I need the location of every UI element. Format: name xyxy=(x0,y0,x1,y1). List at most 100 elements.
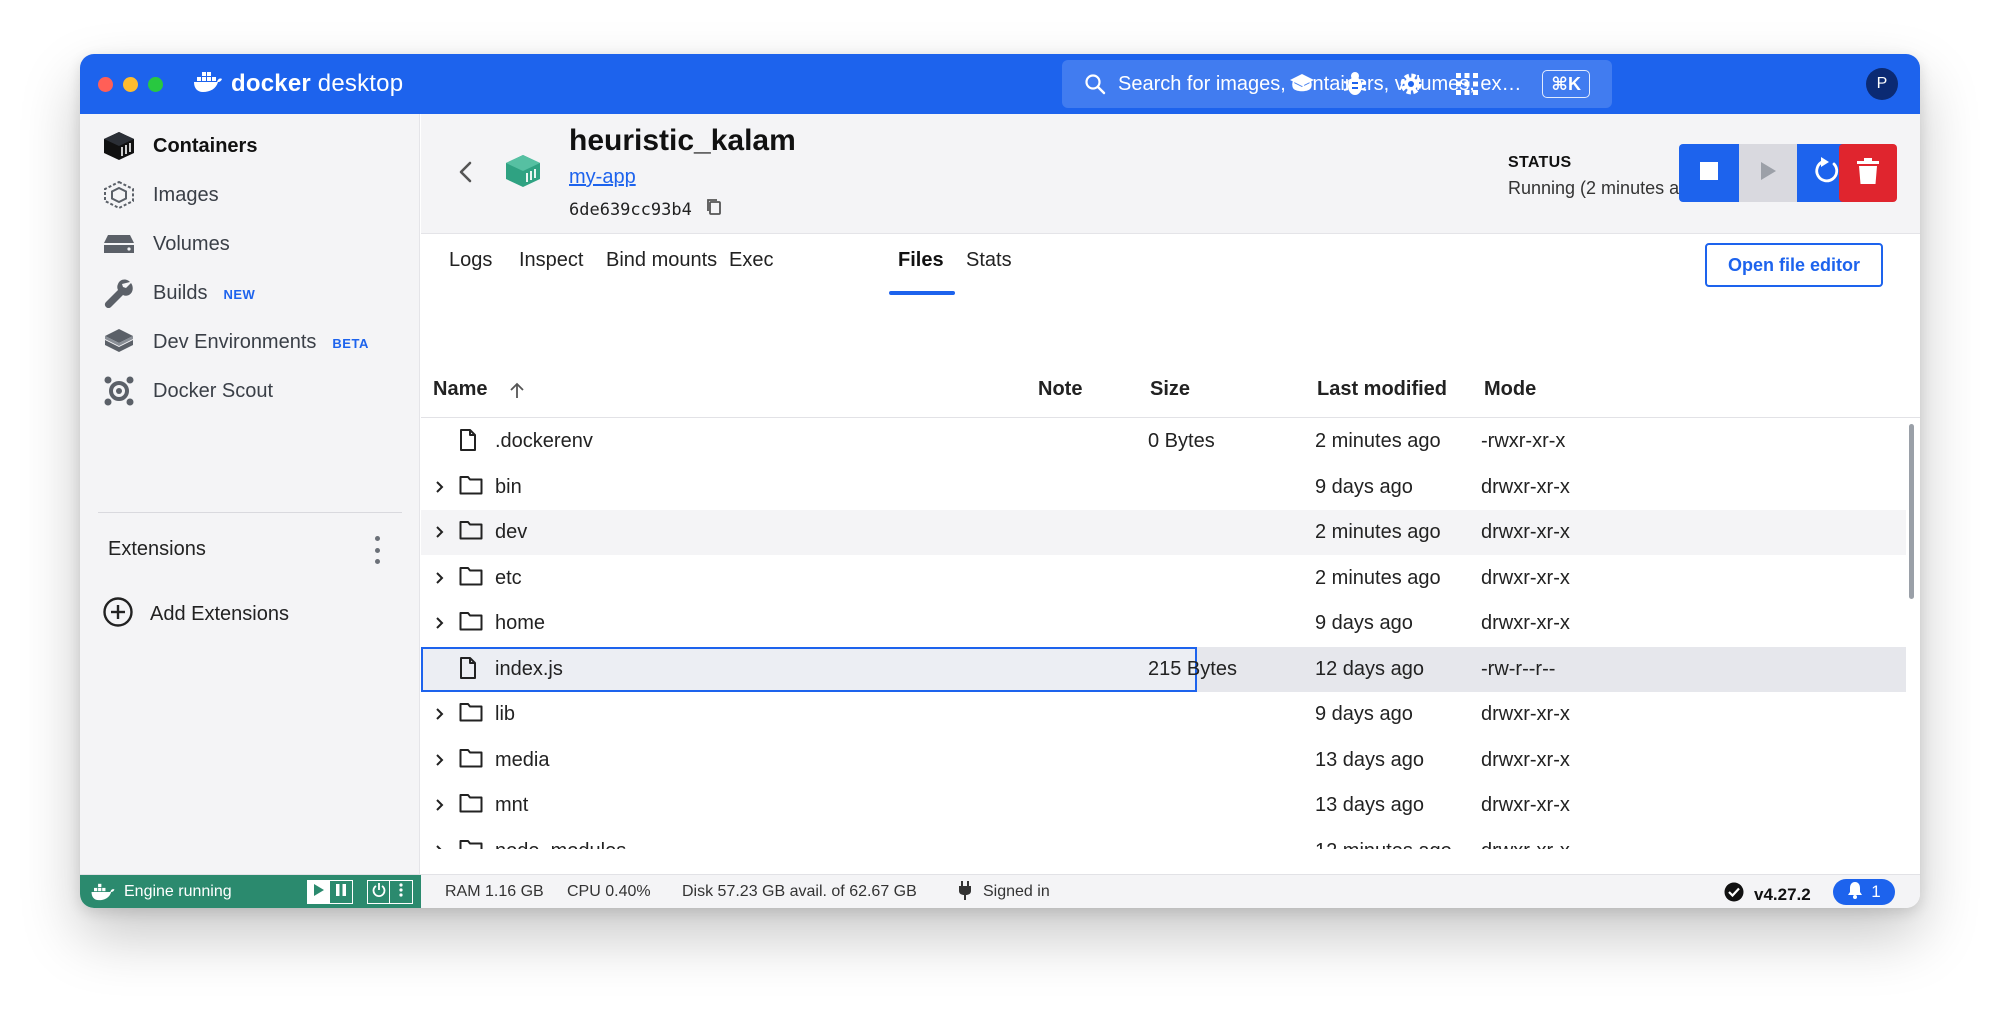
file-name: dev xyxy=(495,521,528,543)
tab-files[interactable]: Files xyxy=(898,249,944,272)
expand-chevron-icon[interactable] xyxy=(435,798,444,817)
expand-chevron-icon[interactable] xyxy=(435,753,444,772)
table-row[interactable]: mnt 13 days ago drwxr-xr-x xyxy=(421,783,1906,828)
start-button[interactable] xyxy=(1739,144,1797,202)
stop-icon xyxy=(1700,161,1718,185)
power-icon xyxy=(372,882,386,902)
file-last-modified: 9 days ago xyxy=(1315,475,1413,498)
column-header-mode[interactable]: Mode xyxy=(1484,378,1536,401)
pause-icon xyxy=(336,883,346,901)
container-actions xyxy=(1679,144,1857,202)
file-last-modified: 9 days ago xyxy=(1315,612,1413,634)
scrollbar-thumb[interactable] xyxy=(1909,424,1914,599)
sidebar-item-builds[interactable]: Builds NEW xyxy=(80,268,420,318)
engine-pause-button[interactable] xyxy=(330,880,353,904)
tab-exec[interactable]: Exec xyxy=(729,249,773,272)
engine-power-button[interactable] xyxy=(367,880,390,904)
expand-chevron-icon[interactable] xyxy=(435,571,444,590)
user-avatar[interactable]: P xyxy=(1866,68,1898,100)
version-info[interactable]: v4.27.2 xyxy=(1724,882,1811,907)
file-mode: drwxr-xr-x xyxy=(1481,612,1570,634)
add-extensions-button[interactable]: Add Extensions xyxy=(102,596,289,633)
container-status-icon xyxy=(505,154,541,193)
add-circle-icon xyxy=(102,596,134,633)
expand-chevron-icon[interactable] xyxy=(435,525,444,544)
tab-inspect[interactable]: Inspect xyxy=(519,249,583,272)
folder-icon xyxy=(459,475,483,500)
file-last-modified: 12 days ago xyxy=(1315,657,1424,680)
troubleshoot-bug-icon[interactable] xyxy=(1342,71,1368,97)
containers-icon xyxy=(102,129,136,163)
delete-button[interactable] xyxy=(1839,144,1897,202)
table-row[interactable]: index.js 215 Bytes 12 days ago -rw-r--r-- xyxy=(421,646,1906,692)
file-name: media xyxy=(495,748,550,771)
sort-ascending-icon[interactable] xyxy=(509,381,525,404)
expand-chevron-icon[interactable] xyxy=(435,480,444,499)
sidebar-item-volumes[interactable]: Volumes xyxy=(80,219,420,269)
file-mode: drwxr-xr-x xyxy=(1481,794,1570,816)
column-header-last-modified[interactable]: Last modified xyxy=(1317,378,1447,401)
file-mode: drwxr-xr-x xyxy=(1481,566,1570,589)
column-header-size[interactable]: Size xyxy=(1150,378,1190,401)
files-scrollbar[interactable] xyxy=(1909,424,1914,854)
settings-gear-icon[interactable] xyxy=(1398,71,1424,97)
sidebar-item-docker-scout[interactable]: Docker Scout xyxy=(80,366,420,416)
container-header: heuristic_kalam my-app 6de639cc93b4 STAT… xyxy=(421,114,1920,234)
expand-chevron-icon[interactable] xyxy=(435,707,444,726)
table-row[interactable]: home 9 days ago drwxr-xr-x xyxy=(421,601,1906,646)
sidebar-item-dev-environments[interactable]: Dev Environments BETA xyxy=(80,317,420,367)
stop-button[interactable] xyxy=(1679,144,1739,202)
file-mode: drwxr-xr-x xyxy=(1481,521,1570,543)
copy-icon[interactable] xyxy=(706,198,722,221)
table-row[interactable]: media 13 days ago drwxr-xr-x xyxy=(421,738,1906,783)
learning-center-icon[interactable] xyxy=(1289,71,1315,97)
column-header-name[interactable]: Name xyxy=(433,378,487,401)
engine-more-button[interactable] xyxy=(390,880,413,904)
table-row[interactable]: node_modules 12 minutes ago drwxr-xr-x xyxy=(421,829,1906,850)
table-row[interactable]: lib 9 days ago drwxr-xr-x xyxy=(421,692,1906,737)
open-file-editor-button[interactable]: Open file editor xyxy=(1705,243,1883,287)
container-id: 6de639cc93b4 xyxy=(569,199,692,220)
tab-bar: Logs Inspect Bind mounts Exec Files Stat… xyxy=(421,235,1920,297)
search-shortcut: ⌘K xyxy=(1542,70,1590,98)
sidebar-item-images[interactable]: Images xyxy=(80,170,420,220)
file-name: mnt xyxy=(495,794,529,816)
tab-stats[interactable]: Stats xyxy=(966,249,1012,272)
close-window-button[interactable] xyxy=(98,76,113,92)
sidebar-item-label: Builds xyxy=(153,281,208,304)
container-image-link[interactable]: my-app xyxy=(569,166,636,189)
table-row[interactable]: bin 9 days ago drwxr-xr-x xyxy=(421,465,1906,510)
table-row[interactable]: dev 2 minutes ago drwxr-xr-x xyxy=(421,510,1906,555)
expand-chevron-icon[interactable] xyxy=(435,844,444,849)
engine-status: Engine running xyxy=(80,875,421,908)
engine-resume-button[interactable] xyxy=(307,880,330,904)
zoom-window-button[interactable] xyxy=(148,76,163,92)
docker-desktop-window: docker desktop Search for images, contai… xyxy=(80,54,1920,908)
notifications-button[interactable]: 1 xyxy=(1833,879,1895,905)
signed-in-status[interactable]: Signed in xyxy=(983,883,1050,901)
tab-logs[interactable]: Logs xyxy=(449,249,492,272)
table-row[interactable]: etc 2 minutes ago drwxr-xr-x xyxy=(421,556,1906,601)
engine-status-text: Engine running xyxy=(124,883,232,900)
table-row[interactable]: .dockerenv 0 Bytes 2 minutes ago -rwxr-xr-x xyxy=(421,419,1906,464)
add-extensions-label: Add Extensions xyxy=(150,603,289,625)
file-size: 215 Bytes xyxy=(1148,657,1237,680)
minimize-window-button[interactable] xyxy=(123,76,138,92)
file-mode: drwxr-xr-x xyxy=(1481,840,1570,850)
file-name: node_modules xyxy=(495,840,626,850)
file-name: .dockerenv xyxy=(495,430,593,452)
status-block: STATUS Running (2 minutes ago) xyxy=(1508,154,1705,199)
main-content: heuristic_kalam my-app 6de639cc93b4 STAT… xyxy=(421,114,1920,874)
extensions-more-icon[interactable] xyxy=(370,536,384,564)
apps-grid-icon[interactable] xyxy=(1454,71,1480,97)
disk-usage: Disk 57.23 GB avail. of 62.67 GB xyxy=(682,883,917,900)
expand-chevron-icon[interactable] xyxy=(435,616,444,635)
folder-icon xyxy=(459,702,483,727)
notification-count: 1 xyxy=(1871,882,1881,901)
tab-bind-mounts[interactable]: Bind mounts xyxy=(606,249,717,272)
sidebar-item-containers[interactable]: Containers xyxy=(80,121,420,171)
restart-icon xyxy=(1813,156,1841,190)
back-chevron-icon[interactable] xyxy=(457,160,473,189)
extensions-heading: Extensions xyxy=(108,538,206,560)
global-search[interactable]: Search for images, containers, volumes, … xyxy=(1062,60,1612,108)
